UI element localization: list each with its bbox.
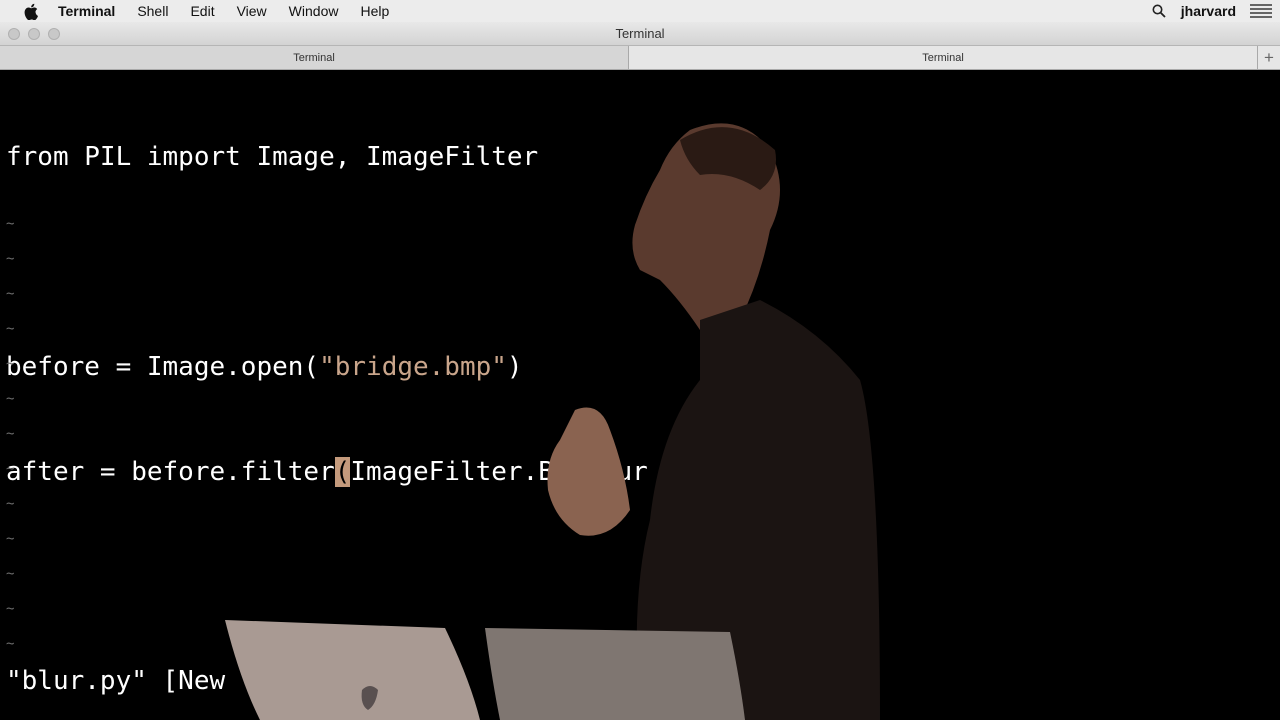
- spotlight-search-icon[interactable]: [1151, 3, 1167, 19]
- empty-line-tilde: ~: [6, 391, 15, 407]
- empty-line-tilde: ~: [6, 461, 15, 477]
- menu-app-terminal[interactable]: Terminal: [58, 3, 115, 19]
- menu-window[interactable]: Window: [289, 3, 339, 19]
- tab-label: Terminal: [293, 51, 335, 64]
- window-title: Terminal: [615, 26, 665, 41]
- apple-icon[interactable]: [22, 2, 40, 20]
- empty-line-tilde: ~: [6, 321, 15, 337]
- text-cursor: (: [334, 457, 351, 487]
- code-text: ): [506, 352, 523, 382]
- tab-label: Terminal: [922, 51, 964, 64]
- menu-bar: Terminal Shell Edit View Window Help jha…: [0, 0, 1280, 22]
- notification-center-icon[interactable]: [1250, 4, 1272, 18]
- empty-line-tilde: ~: [6, 426, 15, 442]
- code-line: after = before.filter(ImageFilter.BoxBlu…: [6, 455, 648, 490]
- new-tab-button[interactable]: +: [1258, 46, 1280, 69]
- empty-line-tilde: ~: [6, 566, 15, 582]
- zoom-window-button[interactable]: [48, 28, 60, 40]
- terminal-content[interactable]: from PIL import Image, ImageFilter befor…: [0, 70, 1280, 720]
- empty-line-tilde: ~: [6, 356, 15, 372]
- code-text: from PIL import Image, ImageFilter: [6, 142, 539, 172]
- code-line: before = Image.open("bridge.bmp"): [6, 350, 648, 385]
- empty-line-tilde: ~: [6, 251, 15, 267]
- empty-line-tilde: ~: [6, 286, 15, 302]
- close-window-button[interactable]: [8, 28, 20, 40]
- empty-line-tilde: ~: [6, 216, 15, 232]
- minimize-window-button[interactable]: [28, 28, 40, 40]
- window-title-bar: Terminal: [0, 22, 1280, 46]
- code-text: before = Image.open(: [6, 352, 320, 382]
- tab-bar: Terminal Terminal +: [0, 46, 1280, 70]
- code-text: after = before.filter: [6, 457, 335, 487]
- code-text: ImageFilter.BoxBlur: [350, 457, 648, 487]
- tab-terminal-2[interactable]: Terminal: [629, 46, 1258, 69]
- editor-status-line: "blur.py" [New: [6, 666, 241, 696]
- empty-line-tilde: ~: [6, 601, 15, 617]
- empty-line-tilde: ~: [6, 531, 15, 547]
- menu-shell[interactable]: Shell: [137, 3, 168, 19]
- empty-line-tilde: ~: [6, 636, 15, 652]
- code-line: from PIL import Image, ImageFilter: [6, 140, 648, 175]
- tab-terminal-1[interactable]: Terminal: [0, 46, 629, 69]
- editor-buffer[interactable]: from PIL import Image, ImageFilter befor…: [6, 70, 648, 560]
- menu-help[interactable]: Help: [360, 3, 389, 19]
- window-controls: [8, 28, 68, 40]
- user-menu[interactable]: jharvard: [1181, 3, 1236, 19]
- string-literal: "bridge.bmp": [319, 352, 507, 382]
- menu-edit[interactable]: Edit: [190, 3, 214, 19]
- empty-line-tilde: ~: [6, 496, 15, 512]
- menu-view[interactable]: View: [237, 3, 267, 19]
